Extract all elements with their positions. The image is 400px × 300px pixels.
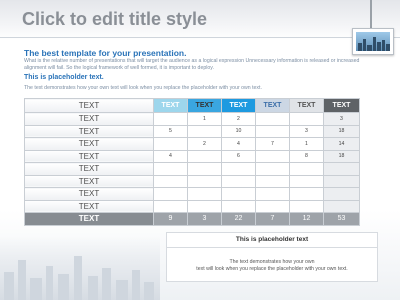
table-cell[interactable] bbox=[255, 199, 290, 213]
table-row: TEXT bbox=[24, 162, 360, 176]
table-cell[interactable]: 1 bbox=[289, 137, 324, 151]
total-cell[interactable]: 53 bbox=[323, 212, 360, 226]
table-cell[interactable]: 4 bbox=[153, 149, 188, 163]
table-cell[interactable] bbox=[221, 199, 256, 213]
table-cell[interactable] bbox=[221, 174, 256, 188]
box-body-line: The text demonstrates how your own bbox=[229, 259, 315, 265]
table-cell[interactable] bbox=[187, 124, 222, 138]
table-cell[interactable] bbox=[323, 187, 360, 201]
table-cell[interactable] bbox=[221, 187, 256, 201]
table-cell[interactable] bbox=[153, 174, 188, 188]
row-label[interactable]: TEXT bbox=[24, 149, 154, 163]
row-label[interactable]: TEXT bbox=[24, 137, 154, 151]
table-cell[interactable] bbox=[255, 187, 290, 201]
table-cell[interactable]: 10 bbox=[221, 124, 256, 138]
table-row: TEXT 2 4 7 1 14 bbox=[24, 137, 360, 151]
table-corner-cell[interactable]: TEXT bbox=[24, 98, 154, 113]
table-cell[interactable] bbox=[323, 162, 360, 176]
column-header[interactable]: TEXT bbox=[255, 98, 290, 113]
box-title[interactable]: This is placeholder text bbox=[167, 236, 377, 243]
city-skyline-image bbox=[356, 32, 390, 51]
header-divider bbox=[0, 37, 400, 38]
table-cell[interactable] bbox=[221, 162, 256, 176]
table-row: TEXT 4 6 8 18 bbox=[24, 149, 360, 163]
table-row: TEXT 5 10 3 18 bbox=[24, 124, 360, 138]
box-body-line: text will look when you replace the plac… bbox=[196, 266, 348, 272]
table-cell[interactable]: 8 bbox=[289, 149, 324, 163]
table-row: TEXT 1 2 3 bbox=[24, 112, 360, 126]
data-table[interactable]: TEXT TEXT TEXT TEXT TEXT TEXT TEXT TEXT 1… bbox=[24, 98, 360, 226]
table-cell[interactable]: 7 bbox=[255, 137, 290, 151]
column-header[interactable]: TEXT bbox=[323, 98, 360, 113]
total-cell[interactable]: 9 bbox=[153, 212, 188, 226]
column-header[interactable]: TEXT bbox=[289, 98, 324, 113]
table-cell[interactable]: 2 bbox=[221, 112, 256, 126]
table-header-row: TEXT TEXT TEXT TEXT TEXT TEXT TEXT bbox=[24, 98, 360, 113]
table-cell[interactable] bbox=[187, 174, 222, 188]
table-cell[interactable]: 18 bbox=[323, 124, 360, 138]
column-header[interactable]: TEXT bbox=[221, 98, 256, 113]
table-cell[interactable] bbox=[255, 112, 290, 126]
table-cell[interactable] bbox=[323, 174, 360, 188]
table-cell[interactable]: 14 bbox=[323, 137, 360, 151]
total-cell[interactable]: 12 bbox=[289, 212, 324, 226]
row-label[interactable]: TEXT bbox=[24, 199, 154, 213]
city-backdrop bbox=[0, 236, 160, 300]
slide-subtitle[interactable]: The best template for your presentation. bbox=[24, 48, 186, 58]
table-cell[interactable] bbox=[323, 199, 360, 213]
table-row: TEXT bbox=[24, 174, 360, 188]
table-cell[interactable] bbox=[255, 174, 290, 188]
table-cell[interactable] bbox=[289, 187, 324, 201]
table-cell[interactable] bbox=[289, 162, 324, 176]
table-cell[interactable] bbox=[255, 162, 290, 176]
table-cell[interactable] bbox=[187, 162, 222, 176]
column-header[interactable]: TEXT bbox=[153, 98, 188, 113]
placeholder-heading[interactable]: This is placeholder text. bbox=[24, 74, 104, 81]
column-header[interactable]: TEXT bbox=[187, 98, 222, 113]
table-cell[interactable]: 18 bbox=[323, 149, 360, 163]
table-cell[interactable]: 2 bbox=[187, 137, 222, 151]
hanging-string bbox=[370, 0, 372, 30]
table-cell[interactable] bbox=[289, 112, 324, 126]
table-cell[interactable] bbox=[289, 174, 324, 188]
total-cell[interactable]: 7 bbox=[255, 212, 290, 226]
table-cell[interactable]: 1 bbox=[187, 112, 222, 126]
table-cell[interactable] bbox=[153, 187, 188, 201]
table-cell[interactable] bbox=[187, 187, 222, 201]
table-cell[interactable] bbox=[153, 162, 188, 176]
table-cell[interactable] bbox=[255, 149, 290, 163]
description-text[interactable]: The text demonstrates how your own text … bbox=[24, 85, 262, 91]
table-cell[interactable] bbox=[153, 137, 188, 151]
row-label[interactable]: TEXT bbox=[24, 112, 154, 126]
row-label[interactable]: TEXT bbox=[24, 187, 154, 201]
table-cell[interactable]: 5 bbox=[153, 124, 188, 138]
total-cell[interactable]: 3 bbox=[187, 212, 222, 226]
framed-city-picture-icon bbox=[352, 28, 394, 55]
box-body[interactable]: The text demonstrates how your own text … bbox=[177, 259, 367, 273]
row-label[interactable]: TEXT bbox=[24, 162, 154, 176]
table-cell[interactable] bbox=[255, 124, 290, 138]
slide-title[interactable]: Click to edit title style bbox=[22, 9, 207, 30]
box-divider bbox=[167, 247, 377, 248]
table-cell[interactable]: 4 bbox=[221, 137, 256, 151]
table-cell[interactable]: 6 bbox=[221, 149, 256, 163]
table-cell[interactable] bbox=[153, 199, 188, 213]
row-label[interactable]: TEXT bbox=[24, 124, 154, 138]
table-cell[interactable]: 3 bbox=[323, 112, 360, 126]
placeholder-box[interactable]: This is placeholder text The text demons… bbox=[166, 232, 378, 282]
total-cell[interactable]: 22 bbox=[221, 212, 256, 226]
table-cell[interactable] bbox=[187, 199, 222, 213]
intro-paragraph[interactable]: What is the relative number of presentat… bbox=[24, 58, 364, 72]
row-label[interactable]: TEXT bbox=[24, 174, 154, 188]
table-cell[interactable] bbox=[153, 112, 188, 126]
table-total-row: TEXT 9 3 22 7 12 53 bbox=[24, 212, 360, 226]
table-row: TEXT bbox=[24, 199, 360, 213]
slide: Click to edit title style The best templ… bbox=[0, 0, 400, 300]
total-label[interactable]: TEXT bbox=[24, 212, 154, 226]
table-row: TEXT bbox=[24, 187, 360, 201]
table-cell[interactable]: 3 bbox=[289, 124, 324, 138]
table-cell[interactable] bbox=[289, 199, 324, 213]
table-cell[interactable] bbox=[187, 149, 222, 163]
